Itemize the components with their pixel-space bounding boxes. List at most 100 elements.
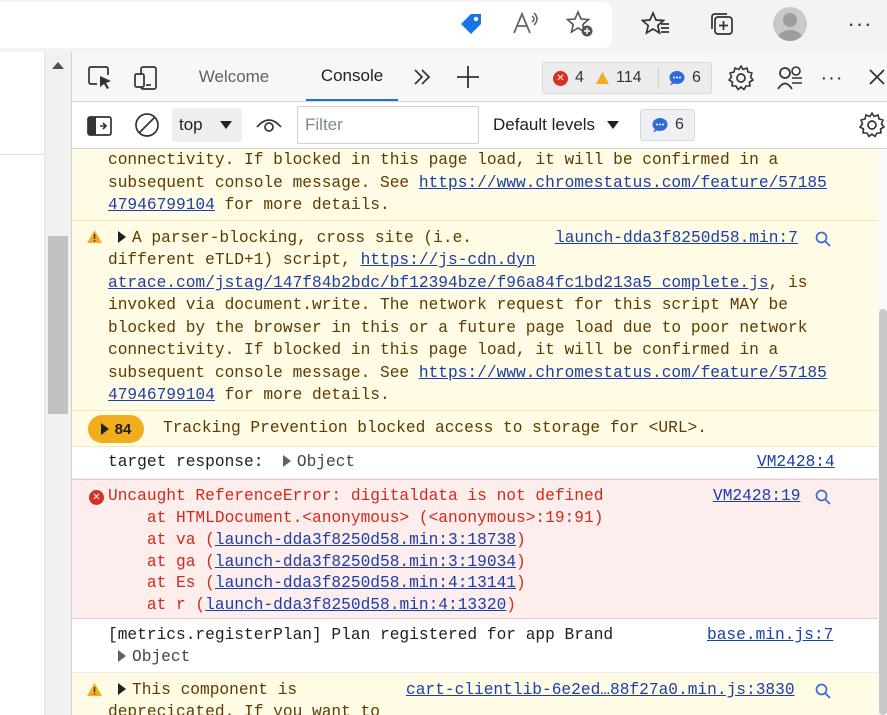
warning-text: A parser-blocking, cross site (i.e. [132, 229, 472, 247]
source-link[interactable]: VM2428:4 [757, 451, 835, 473]
device-emulation-icon[interactable] [132, 64, 160, 92]
stack-frame-link[interactable]: launch-dda3f8250d58.min:4:13320 [205, 596, 506, 614]
console-error-message[interactable]: ✕ Uncaught ReferenceError: digitaldata i… [72, 479, 887, 619]
console-warning-group[interactable]: 84 Tracking Prevention blocked access to… [72, 411, 887, 447]
warning-text-line: blocked by the browser in this or a futu… [108, 319, 808, 337]
live-expression-eye-icon[interactable] [255, 113, 283, 137]
more-tabs-icon[interactable] [410, 65, 434, 89]
source-link[interactable]: VM2428:19 [713, 485, 800, 507]
expand-triangle-icon[interactable] [118, 230, 126, 243]
issues-counter[interactable]: ✕ 4 114 6 [542, 62, 712, 94]
stack-frame: at va (launch-dda3f8250d58.min:3:18738) [108, 529, 526, 551]
warning-icon [87, 683, 102, 696]
more-icon[interactable]: ··· [842, 6, 878, 42]
source-link[interactable]: base.min.js:7 [707, 624, 833, 646]
context-selector[interactable]: top [172, 108, 242, 142]
tab-welcome[interactable]: Welcome [182, 52, 286, 101]
settings-gear-icon[interactable] [727, 64, 755, 92]
object-preview[interactable]: Object [297, 453, 355, 471]
source-link[interactable]: cart-clientlib-6e2ed…88f27a0.min.js:3830 [406, 679, 795, 701]
scroll-up-arrow-icon[interactable] [52, 62, 64, 69]
profile-avatar[interactable] [773, 7, 807, 41]
devtools-panel: Welcome Console ✕ 4 114 6 ··· top Filter… [71, 52, 887, 715]
context-chevron-down-icon [220, 121, 232, 129]
stack-frame: at ga (launch-dda3f8250d58.min:3:19034) [108, 551, 526, 573]
console-messages: connectivity. If blocked in this page lo… [72, 149, 887, 715]
console-settings-gear-icon[interactable] [858, 111, 886, 139]
stack-frame-text: at Es ( [108, 574, 215, 592]
add-favorite-icon[interactable] [562, 6, 598, 42]
log-levels-dropdown[interactable]: Default levels [493, 108, 620, 142]
tag-icon[interactable] [453, 6, 489, 42]
favorites-icon[interactable] [638, 6, 674, 42]
close-devtools-icon[interactable] [866, 66, 887, 88]
warning-text: subsequent console message. See [108, 174, 419, 192]
sidebar-toggle-icon[interactable] [86, 112, 114, 140]
stack-frame-text: ) [516, 531, 526, 549]
warning-text-line: 47946799104 for more details. [108, 384, 390, 406]
repeat-count-value: 84 [114, 420, 132, 438]
chromestatus-link-cont[interactable]: 47946799104 [108, 386, 215, 404]
console-toolbar: top Default levels 6 [72, 102, 887, 149]
tab-console-label: Console [320, 65, 384, 85]
script-url-link-cont[interactable]: atrace.com/jstag/147f84b2bdc/bf12394bze/… [108, 274, 769, 292]
message-count: 6 [668, 63, 701, 93]
object-preview[interactable]: Object [132, 648, 190, 666]
warning-text: , is [768, 274, 808, 292]
toolbar-message-count[interactable]: 6 [640, 109, 695, 141]
expand-triangle-icon[interactable] [118, 649, 126, 662]
stack-frame-link[interactable]: launch-dda3f8250d58.min:4:13141 [215, 574, 516, 592]
console-warning-message[interactable]: A parser-blocking, cross site (i.e. laun… [72, 221, 887, 411]
inspect-element-icon[interactable] [86, 64, 114, 92]
expand-triangle-icon[interactable] [118, 682, 126, 695]
levels-chevron-down-icon [607, 121, 620, 129]
search-icon[interactable] [814, 230, 832, 248]
warning-text: for more details. [214, 196, 390, 214]
page-scrollbar-thumb[interactable] [48, 236, 68, 414]
warning-text-line: different eTLD+1) script, https://js-cdn… [108, 249, 535, 271]
warning-text: subsequent console message. See [108, 364, 419, 382]
add-tab-icon[interactable] [455, 64, 481, 90]
warning-text-line: Tracking Prevention blocked access to st… [163, 419, 707, 437]
console-warning-message[interactable]: This component is cart-clientlib-6e2ed…8… [72, 673, 887, 715]
log-text: target response: [108, 453, 283, 471]
script-url-link[interactable]: https://js-cdn.dyn [361, 251, 536, 269]
page-divider [0, 154, 44, 155]
more-label: ··· [847, 11, 873, 36]
stack-frame-text: at r ( [108, 596, 206, 614]
console-scrollbar[interactable] [878, 149, 887, 715]
source-link[interactable]: launch-dda3f8250d58.min:7 [555, 227, 798, 249]
stack-frame-link[interactable]: launch-dda3f8250d58.min:3:18738 [215, 531, 516, 549]
customize-icon[interactable] [776, 64, 804, 92]
log-text-line: Object [118, 646, 190, 668]
read-aloud-icon[interactable] [508, 6, 544, 42]
warning-count: 114 [595, 63, 642, 93]
page-scrollbar[interactable] [44, 52, 71, 715]
devtools-more-icon[interactable]: ··· [818, 64, 846, 92]
chromestatus-link[interactable]: https://www.chromestatus.com/feature/571… [419, 174, 827, 192]
expand-triangle-icon [100, 423, 109, 435]
console-scrollbar-thumb[interactable] [879, 309, 887, 715]
tab-console[interactable]: Console [306, 52, 398, 101]
expand-triangle-icon[interactable] [282, 454, 291, 467]
warning-text-line: invoked via document.write. The network … [108, 296, 788, 314]
stack-frame-link[interactable]: launch-dda3f8250d58.min:3:19034 [215, 553, 516, 571]
console-warning-message: connectivity. If blocked in this page lo… [72, 149, 887, 221]
chromestatus-link-cont[interactable]: 47946799104 [108, 196, 215, 214]
warning-text-line: 47946799104 for more details. [108, 194, 390, 216]
collections-icon[interactable] [704, 6, 740, 42]
warning-text-line: This component is [118, 679, 297, 701]
warning-text-line: connectivity. If blocked in this page lo… [108, 151, 779, 169]
filter-input[interactable] [297, 106, 479, 144]
repeat-count-badge[interactable]: 84 [88, 415, 144, 443]
log-text-line: [metrics.registerPlan] Plan registered f… [108, 626, 614, 644]
chromestatus-link[interactable]: https://www.chromestatus.com/feature/571… [419, 364, 827, 382]
search-icon[interactable] [814, 682, 832, 700]
warning-count-value: 114 [616, 69, 642, 86]
clear-console-icon[interactable] [133, 111, 161, 139]
log-levels-label: Default levels [493, 115, 596, 134]
warning-text-line: subsequent console message. See https://… [108, 172, 827, 194]
stack-frame: at r (launch-dda3f8250d58.min:4:13320) [108, 594, 516, 616]
stack-frame-text: ) [516, 553, 526, 571]
search-icon[interactable] [814, 488, 832, 506]
